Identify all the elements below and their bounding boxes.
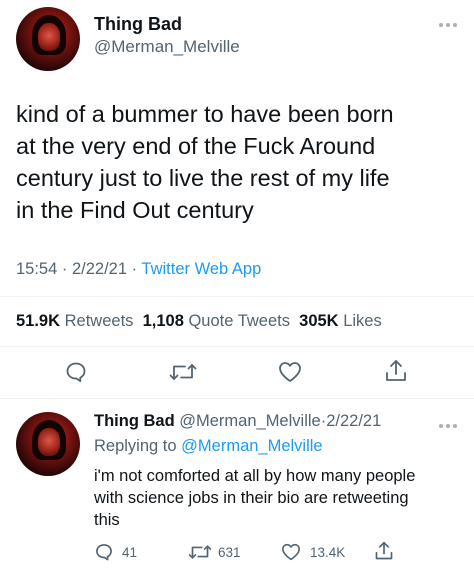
retweet-icon[interactable] [188,542,212,562]
quote-tweets-stat[interactable]: 1,108 Quote Tweets [143,312,290,330]
reply-icon[interactable] [94,542,114,562]
avatar[interactable] [16,7,80,71]
divider [0,296,474,297]
reply-text-line: i'm not comforted at all by how many peo… [94,467,416,485]
quotes-count: 1,108 [142,312,184,330]
avatar[interactable] [16,412,80,476]
more-icon[interactable] [438,16,458,32]
tweet-text-line: at the very end of the Fuck Around [16,133,376,159]
like-count: 13.4K [310,545,346,560]
retweet-count: 631 [218,545,241,560]
retweets-count: 51.9K [16,312,61,330]
retweet-icon[interactable] [169,360,197,384]
reply-text-line: with science jobs in their bio are retwe… [94,489,409,507]
likes-stat[interactable]: 305K Likes [299,312,382,330]
reply-icon[interactable] [64,360,88,384]
likes-label: Likes [343,312,382,330]
retweets-stat[interactable]: 51.9K Retweets [16,312,133,330]
divider [0,346,474,347]
tweet-stats: 51.9K Retweets 1,108 Quote Tweets 305K L… [16,312,382,331]
tweet-text: kind of a bummer to have been born at th… [16,98,466,226]
reply-header: Thing Bad @Merman_Melville·2/22/21 [94,412,381,431]
handle[interactable]: @Merman_Melville [94,37,240,57]
reply-text: i'm not comforted at all by how many peo… [94,465,469,531]
share-icon[interactable] [384,358,408,384]
share-icon[interactable] [374,540,394,562]
tweet-date[interactable]: 2/22/21 [72,260,127,278]
display-name[interactable]: Thing Bad [94,412,175,430]
likes-count: 305K [299,312,339,330]
separator-dot: · [131,260,142,278]
divider [0,398,474,399]
tweet-time[interactable]: 15:54 [16,260,57,278]
tweet-text-line: kind of a bummer to have been born [16,101,394,127]
reply-text-line: this [94,511,120,529]
replying-to: Replying to @Merman_Melville [94,437,323,456]
tweet-date[interactable]: 2/22/21 [326,412,381,430]
retweets-label: Retweets [64,312,134,330]
tweet-source[interactable]: Twitter Web App [141,260,261,278]
quotes-label: Quote Tweets [188,312,290,330]
replying-prefix: Replying to [94,437,177,455]
tweet-text-line: century just to live the rest of my life [16,165,390,191]
more-icon[interactable] [438,417,458,433]
heart-icon[interactable] [281,543,301,561]
replying-handle[interactable]: @Merman_Melville [181,437,322,455]
tweet-text-line: in the Find Out century [16,197,254,223]
display-name[interactable]: Thing Bad [94,14,182,35]
separator-dot: · [61,260,72,278]
reply-count: 41 [122,545,138,560]
heart-icon[interactable] [278,361,302,383]
tweet-meta: 15:54 · 2/22/21 · Twitter Web App [16,260,261,279]
handle[interactable]: @Merman_Melville [179,412,320,430]
